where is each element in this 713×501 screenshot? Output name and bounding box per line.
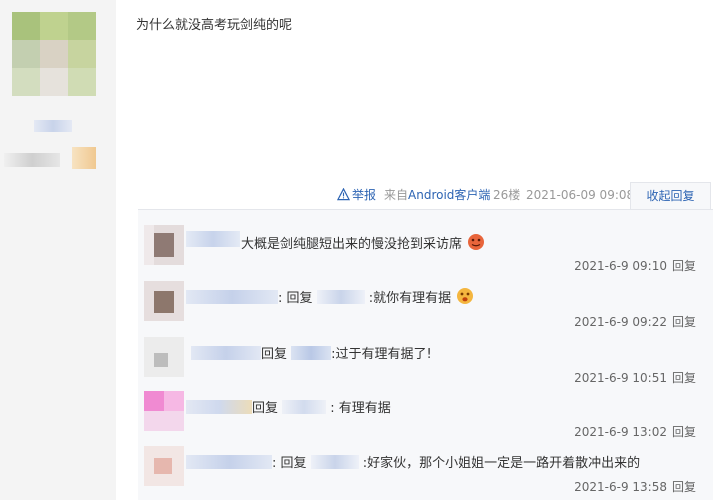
reply-avatar[interactable]	[144, 337, 184, 377]
reply-prefix: 回复	[252, 401, 279, 416]
collapse-replies-button[interactable]: 收起回复	[630, 182, 711, 210]
reply-time: 2021-6-9 10:51	[574, 371, 667, 385]
reply-content: :过于有理有据了!	[331, 347, 432, 362]
reply-meta: 2021-6-9 13:02 回复	[574, 423, 696, 440]
reply-avatar[interactable]	[144, 281, 184, 321]
reply-text: : 回复 :好家伙，那个小姐姐一定是一路开着散冲出来的	[186, 452, 640, 471]
reply-item: 大概是剑纯腿短出来的慢没抢到采访席 2021-6-9 09:10 回复	[138, 220, 713, 274]
reply-username[interactable]	[186, 290, 278, 304]
reply-username[interactable]	[191, 346, 261, 360]
reply-content: :就你有理有据	[368, 291, 452, 306]
reply-text: 回复 : 有理有据	[186, 397, 391, 416]
reply-username[interactable]	[186, 455, 272, 469]
reply-meta: 2021-6-9 10:51 回复	[574, 369, 696, 386]
source-link[interactable]: Android客户端	[408, 188, 490, 202]
post-content: 为什么就没高考玩剑纯的呢	[136, 18, 293, 33]
reply-item: 回复 :过于有理有据了! 2021-6-9 10:51 回复	[138, 332, 713, 386]
reply-time: 2021-6-9 13:02	[574, 425, 667, 439]
reply-button[interactable]: 回复	[672, 480, 696, 494]
reply-target-username[interactable]	[310, 455, 359, 469]
reply-button[interactable]: 回复	[672, 315, 696, 329]
author-panel	[0, 0, 116, 500]
reply-content: : 有理有据	[330, 401, 391, 416]
post-time: 2021-06-09 09:08	[526, 188, 635, 202]
author-medal-icon	[72, 147, 96, 169]
author-name[interactable]	[34, 120, 72, 132]
reply-text: 大概是剑纯腿短出来的慢没抢到采访席	[241, 233, 485, 252]
report-link[interactable]: 举报	[337, 187, 376, 203]
reply-target-username[interactable]	[291, 346, 332, 360]
report-label[interactable]: 举报	[352, 188, 376, 202]
reply-time: 2021-6-9 13:58	[574, 480, 667, 494]
reply-button[interactable]: 回复	[672, 425, 696, 439]
reply-button[interactable]: 回复	[672, 259, 696, 273]
reply-avatar[interactable]	[144, 225, 184, 265]
reply-username[interactable]	[186, 400, 252, 414]
reply-time: 2021-6-9 09:10	[574, 259, 667, 273]
author-avatar[interactable]	[12, 12, 96, 96]
reply-avatar[interactable]	[144, 446, 184, 486]
reply-prefix: : 回复	[278, 291, 313, 306]
floor-number: 26楼	[493, 188, 521, 202]
reply-button[interactable]: 回复	[672, 371, 696, 385]
emoji-face-icon	[468, 234, 485, 250]
reply-list: 大概是剑纯腿短出来的慢没抢到采访席 2021-6-9 09:10 回复 : 回复 …	[138, 209, 713, 500]
author-level-badge	[4, 153, 60, 167]
reply-time: 2021-6-9 09:22	[574, 315, 667, 329]
reply-meta: 2021-6-9 09:22 回复	[574, 313, 696, 330]
reply-text: 回复 :过于有理有据了!	[191, 343, 432, 362]
reply-item: 回复 : 有理有据 2021-6-9 13:02 回复	[138, 386, 713, 440]
emoji-face-icon	[457, 288, 474, 304]
source-prefix: 来自	[384, 188, 409, 202]
reply-prefix: : 回复	[272, 456, 307, 471]
post-source: 来自Android客户端	[384, 187, 490, 203]
reply-item: : 回复 :好家伙，那个小姐姐一定是一路开着散冲出来的 2021-6-9 13:…	[138, 441, 713, 501]
reply-target-username[interactable]	[282, 400, 327, 414]
reply-meta: 2021-6-9 09:10 回复	[574, 257, 696, 274]
reply-target-username[interactable]	[316, 290, 365, 304]
reply-content: :好家伙，那个小姐姐一定是一路开着散冲出来的	[362, 456, 641, 471]
reply-username[interactable]	[186, 231, 240, 247]
reply-item: : 回复 :就你有理有据 2021-6-9 09:22 回复	[138, 276, 713, 330]
reply-avatar[interactable]	[144, 391, 184, 431]
reply-prefix: 回复	[261, 347, 288, 362]
reply-text: : 回复 :就你有理有据	[186, 287, 474, 306]
reply-content: 大概是剑纯腿短出来的慢没抢到采访席	[241, 237, 463, 252]
warning-triangle-icon	[337, 188, 350, 201]
reply-meta: 2021-6-9 13:58 回复	[574, 478, 696, 495]
